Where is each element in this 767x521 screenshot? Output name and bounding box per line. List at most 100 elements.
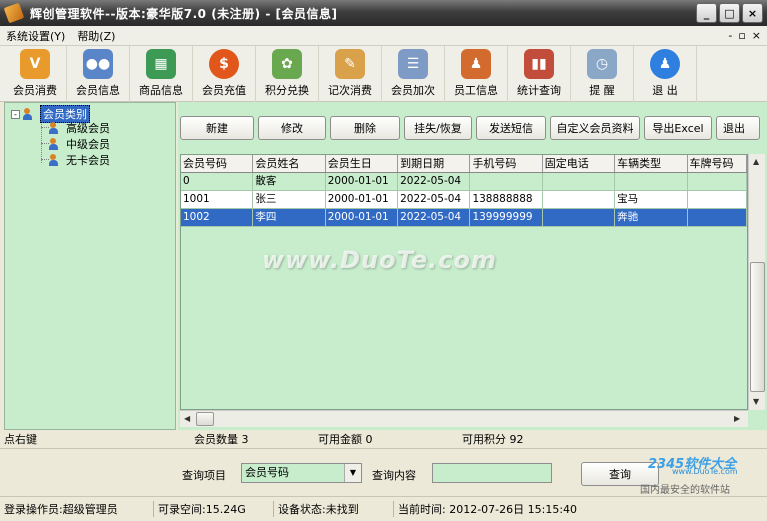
app-logo-icon — [3, 2, 25, 24]
delete-button[interactable]: 删除 — [330, 116, 400, 140]
custom-member-fields-button[interactable]: 自定义会员资料 — [550, 116, 640, 140]
table-row[interactable]: 0 散客 2000-01-01 2022-05-04 — [181, 173, 747, 191]
tree-item-senior-member[interactable]: 高级会员 — [49, 120, 110, 136]
cell-member-name: 李四 — [253, 209, 326, 226]
minimize-button[interactable]: _ — [696, 3, 717, 23]
member-table: 会员号码 会员姓名 会员生日 到期日期 手机号码 固定电话 车辆类型 车牌号码 … — [180, 154, 748, 410]
toolbar-member-recharge[interactable]: $ 会员充值 — [193, 46, 256, 102]
main-toolbar: V 会员消费 ●● 会员信息 ▦ 商品信息 $ 会员充值 ✿ 积分兑换 ✎ 记次… — [0, 46, 767, 102]
available-points: 可用积分 92 — [462, 433, 524, 446]
toolbar-employee-info[interactable]: ♟ 员工信息 — [445, 46, 508, 102]
table-row-selected[interactable]: 1002 李四 2000-01-01 2022-05-04 139999999 … — [181, 209, 747, 227]
vip-card-icon: V — [20, 49, 50, 79]
toolbar-count-consume[interactable]: ✎ 记次消费 — [319, 46, 382, 102]
right-click-hint: 点右键 — [4, 433, 37, 446]
horizontal-scrollbar[interactable]: ◀ ▶ — [180, 410, 748, 427]
toolbar-member-add-count[interactable]: ☰ 会员加次 — [382, 46, 445, 102]
device-status: 设备状态:未找到 — [274, 501, 394, 517]
available-amount: 可用金额 0 — [318, 433, 373, 446]
members-icon: ●● — [83, 49, 113, 79]
menu-help[interactable]: 帮助(Z) — [71, 28, 121, 44]
vertical-scroll-thumb[interactable] — [750, 262, 765, 392]
horizontal-scroll-thumb[interactable] — [196, 412, 214, 426]
member-count: 会员数量 3 — [194, 433, 249, 446]
cell-plate-no — [688, 191, 747, 208]
tree-connector — [41, 143, 49, 144]
scroll-down-arrow-icon[interactable]: ▼ — [753, 397, 759, 406]
column-header[interactable]: 车辆类型 — [615, 155, 688, 172]
maximize-button[interactable]: □ — [719, 3, 740, 23]
query-item-label: 查询项目 — [182, 469, 226, 482]
column-header[interactable]: 会员号码 — [181, 155, 254, 172]
report-loss-restore-button[interactable]: 挂失/恢复 — [404, 116, 472, 140]
gift-points-icon: ✿ — [272, 49, 302, 79]
query-content-input[interactable] — [432, 463, 552, 483]
action-button-bar: 新建 修改 删除 挂失/恢复 发送短信 自定义会员资料 导出Excel 退出 — [180, 116, 764, 142]
tree-item-label: 无卡会员 — [66, 154, 110, 167]
new-button[interactable]: 新建 — [180, 116, 254, 140]
tree-item-label: 高级会员 — [66, 122, 110, 135]
bottom-status-bar: 登录操作员:超级管理员 可录空间:15.24G 设备状态:未找到 当前时间: 2… — [0, 496, 767, 521]
member-group-icon — [23, 108, 37, 120]
cell-phone — [543, 173, 616, 190]
employee-icon: ♟ — [461, 49, 491, 79]
cell-vehicle-type: 奔驰 — [615, 209, 688, 226]
toolbar-reminder[interactable]: ◷ 提 醒 — [571, 46, 634, 102]
title-bar: 辉创管理软件--版本:豪华版7.0 (未注册) - [会员信息] _ □ × — [0, 0, 767, 26]
scroll-left-arrow-icon[interactable]: ◀ — [184, 414, 190, 423]
scroll-right-arrow-icon[interactable]: ▶ — [734, 414, 740, 423]
pen-record-icon: ✎ — [335, 49, 365, 79]
send-sms-button[interactable]: 发送短信 — [476, 116, 546, 140]
edit-button[interactable]: 修改 — [258, 116, 326, 140]
toolbar-statistics[interactable]: ▮▮ 统计查询 — [508, 46, 571, 102]
scroll-up-arrow-icon[interactable]: ▲ — [753, 157, 759, 166]
table-header: 会员号码 会员姓名 会员生日 到期日期 手机号码 固定电话 车辆类型 车牌号码 — [181, 155, 747, 173]
cell-birthday: 2000-01-01 — [326, 173, 399, 190]
menu-system-settings[interactable]: 系统设置(Y) — [0, 28, 71, 44]
mdi-close-button[interactable]: × — [752, 29, 761, 42]
column-header[interactable]: 会员姓名 — [253, 155, 326, 172]
column-header[interactable]: 车牌号码 — [688, 155, 747, 172]
tree-item-no-card-member[interactable]: 无卡会员 — [49, 152, 110, 168]
mdi-minimize-button[interactable]: - — [728, 29, 732, 42]
cell-member-no: 1002 — [181, 209, 254, 226]
exit-list-button[interactable]: 退出 — [716, 116, 760, 140]
toolbar-exit[interactable]: ♟ 退 出 — [634, 46, 697, 102]
cell-member-name: 散客 — [253, 173, 326, 190]
toolbar-points-exchange[interactable]: ✿ 积分兑换 — [256, 46, 319, 102]
cell-member-no: 0 — [181, 173, 254, 190]
column-header[interactable]: 手机号码 — [470, 155, 543, 172]
close-button[interactable]: × — [742, 3, 763, 23]
chevron-down-icon[interactable]: ▼ — [344, 464, 361, 482]
reminder-clock-icon: ◷ — [587, 49, 617, 79]
tree-collapse-toggle[interactable]: - — [11, 109, 20, 119]
cell-birthday: 2000-01-01 — [326, 191, 399, 208]
corner-watermark: 2345软件大全 www.DuoTe.com 国内最安全的软件站 — [640, 453, 764, 496]
tree-connector — [41, 159, 49, 160]
disk-space-status: 可录空间:15.24G — [154, 501, 274, 517]
notepad-icon: ☰ — [398, 49, 428, 79]
cell-plate-no — [688, 173, 747, 190]
mdi-restore-button[interactable]: ▫ — [738, 29, 745, 42]
export-excel-button[interactable]: 导出Excel — [644, 116, 712, 140]
column-header[interactable]: 会员生日 — [326, 155, 399, 172]
tree-item-mid-member[interactable]: 中级会员 — [49, 136, 110, 152]
vertical-scrollbar[interactable]: ▲ ▼ — [748, 154, 765, 410]
toolbar-member-consume[interactable]: V 会员消费 — [4, 46, 67, 102]
table-row[interactable]: 1001 张三 2000-01-01 2022-05-04 138888888 … — [181, 191, 747, 209]
query-content-label: 查询内容 — [372, 469, 416, 482]
cell-member-no: 1001 — [181, 191, 254, 208]
center-watermark: www.DuoTe.com — [262, 246, 497, 274]
tree-item-label: 中级会员 — [66, 138, 110, 151]
toolbar-member-info[interactable]: ●● 会员信息 — [67, 46, 130, 102]
tree-connector — [41, 119, 42, 163]
column-header[interactable]: 固定电话 — [543, 155, 616, 172]
cell-expiry-date: 2022-05-04 — [398, 173, 471, 190]
query-item-select[interactable]: 会员号码 ▼ — [241, 463, 362, 483]
cell-birthday: 2000-01-01 — [326, 209, 399, 226]
column-header[interactable]: 到期日期 — [398, 155, 471, 172]
cell-plate-no — [688, 209, 747, 226]
goods-grid-icon: ▦ — [146, 49, 176, 79]
toolbar-goods-info[interactable]: ▦ 商品信息 — [130, 46, 193, 102]
cell-vehicle-type: 宝马 — [615, 191, 688, 208]
